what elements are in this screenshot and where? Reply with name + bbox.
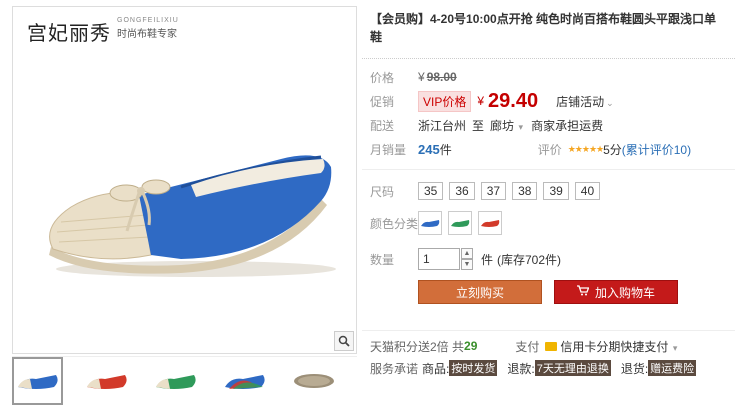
rating-score: 5分 xyxy=(603,142,622,157)
color-swatch-blue[interactable] xyxy=(418,211,442,235)
thumbnail-sole[interactable] xyxy=(288,357,339,405)
service-row: 服务承诺 商品: 按时发货 退款: 7天无理由退换 退货: 赠运费险 xyxy=(370,357,735,379)
promo-price: 29.40 xyxy=(488,89,539,112)
return-label: 退款: xyxy=(507,361,535,376)
ship-to-word: 至 xyxy=(472,118,485,133)
brand-slogan: 时尚布鞋专家 xyxy=(117,29,177,40)
increment-button[interactable]: ▲ xyxy=(461,248,473,259)
ship-destination: 廊坊 xyxy=(490,118,515,133)
shoe-thumb-image xyxy=(155,375,196,389)
payment-method: 信用卡分期快捷支付 xyxy=(560,339,669,354)
shoe-image xyxy=(49,155,336,277)
quantity-unit: 件 xyxy=(481,252,494,267)
sales-row: 月销量 245 件 评价 ★★★★★ 5分 (累计评价10) xyxy=(370,137,735,161)
caret-down-icon: ▾ xyxy=(670,342,678,353)
product-gallery: 宫妃丽秀 GONGFEILIXIU 时尚布鞋专家 xyxy=(12,6,357,406)
size-option-35[interactable]: 35 xyxy=(418,182,444,200)
quantity-row: 数量 ▲ ▼ 件 (库存702件) xyxy=(370,244,735,274)
chevron-down-icon: ⌄ xyxy=(606,97,614,108)
payment-method-dropdown[interactable]: 信用卡分期快捷支付 ▾ xyxy=(560,338,677,355)
sales-unit: 件 xyxy=(439,142,452,157)
goods-label: 商品: xyxy=(422,361,450,376)
brand-logo: 宫妃丽秀 GONGFEILIXIU 时尚布鞋专家 xyxy=(27,17,179,46)
shipping-label: 配送 xyxy=(370,118,395,133)
color-swatch-red[interactable] xyxy=(478,211,502,235)
original-price-row: 价格 ¥ 98.00 xyxy=(370,65,735,89)
size-option-39[interactable]: 39 xyxy=(543,182,569,200)
size-option-36[interactable]: 36 xyxy=(449,182,475,200)
size-option-40[interactable]: 40 xyxy=(574,182,601,200)
thumbnail-strip xyxy=(12,356,357,408)
on-time-delivery-badge[interactable]: 按时发货 xyxy=(449,360,498,376)
brand-name: 宫妃丽秀 xyxy=(27,21,111,45)
pay-label: 支付 xyxy=(515,339,540,354)
review-count-link[interactable]: (累计评价10) xyxy=(622,141,691,158)
shop-activity-label: 店铺活动 xyxy=(556,94,605,109)
color-swatch-green[interactable] xyxy=(448,211,472,235)
points-text: 天猫积分送2倍 共 xyxy=(370,339,465,354)
size-option-37[interactable]: 37 xyxy=(480,182,507,200)
thumbnail-red[interactable] xyxy=(81,357,132,405)
shipping-row: 配送 浙江台州 至 廊坊 ▾ 商家承担运费 xyxy=(370,113,735,137)
original-price: 98.00 xyxy=(426,70,457,84)
caret-down-icon: ▾ xyxy=(516,121,524,132)
size-option-38[interactable]: 38 xyxy=(512,182,538,200)
extra-info: 天猫积分送2倍 共 29 支付 信用卡分期快捷支付 ▾ 服务承诺 商品: 按时发… xyxy=(362,330,735,379)
shoe-swatch-image xyxy=(481,220,500,227)
credit-card-icon xyxy=(545,341,558,351)
star-rating-icon: ★★★★★ xyxy=(567,143,604,154)
quantity-label: 数量 xyxy=(370,252,395,267)
stock-count: (库存702件) xyxy=(497,252,562,267)
add-to-cart-label: 加入购物车 xyxy=(594,285,655,300)
service-label: 服务承诺 xyxy=(370,361,419,376)
zoom-button[interactable] xyxy=(334,331,354,351)
shoe-thumb-image xyxy=(17,375,58,389)
quantity-stepper: ▲ ▼ xyxy=(461,248,473,270)
sales-count: 245 xyxy=(418,141,440,157)
product-title: 【会员购】4-20号10:00点开抢 纯色时尚百搭布鞋圆头平跟浅口单鞋 xyxy=(370,12,717,44)
size-label: 尺码 xyxy=(370,184,395,199)
color-label: 颜色分类 xyxy=(370,216,419,231)
size-row: 尺码 35 36 37 38 39 40 xyxy=(370,180,735,202)
purchase-options: 尺码 35 36 37 38 39 40 颜色分类 数量 ▲ ▼ xyxy=(362,169,735,274)
ship-destination-select[interactable]: 廊坊 ▾ xyxy=(490,117,523,134)
sales-label: 月销量 xyxy=(370,142,407,157)
buy-now-button[interactable]: 立刻购买 xyxy=(418,280,542,304)
refund-label: 退货: xyxy=(620,361,649,376)
promo-price-row: 促销 VIP价格 ¥ 29.40 店铺活动 ⌄ xyxy=(370,89,735,113)
decrement-button[interactable]: ▼ xyxy=(461,259,473,270)
vip-price-tag: VIP价格 xyxy=(418,90,472,112)
currency-symbol: ¥ xyxy=(418,70,425,84)
shipping-fee: 商家承担运费 xyxy=(531,118,604,133)
cart-icon xyxy=(576,285,590,299)
add-to-cart-button[interactable]: 加入购物车 xyxy=(554,280,678,304)
shoe-swatch-image xyxy=(451,220,470,227)
ship-from: 浙江台州 xyxy=(418,118,467,133)
thumbnail-detail[interactable] xyxy=(219,357,270,405)
main-product-image[interactable]: 宫妃丽秀 GONGFEILIXIU 时尚布鞋专家 xyxy=(12,6,357,354)
price-section: 价格 ¥ 98.00 促销 VIP价格 ¥ 29.40 店铺活动 ⌄ 配送 浙江台… xyxy=(362,58,735,161)
shoe-thumb-image xyxy=(86,375,127,389)
color-row: 颜色分类 xyxy=(370,206,735,240)
action-buttons: 立刻购买 加入购物车 xyxy=(362,280,735,304)
shoe-sole-image xyxy=(293,374,334,388)
points-number: 29 xyxy=(464,339,478,353)
promo-label: 促销 xyxy=(370,94,395,109)
rating-label: 评价 xyxy=(537,142,562,157)
thumbnail-green[interactable] xyxy=(150,357,201,405)
seven-day-return-badge[interactable]: 7天无理由退换 xyxy=(534,360,611,376)
magnifier-icon xyxy=(338,335,350,347)
shoe-thumb-image xyxy=(224,375,265,389)
shoe-swatch-image xyxy=(421,220,440,227)
currency-symbol: ¥ xyxy=(477,94,485,108)
quantity-input[interactable] xyxy=(418,248,460,270)
points-pay-row: 天猫积分送2倍 共 29 支付 信用卡分期快捷支付 ▾ xyxy=(370,335,735,357)
shipping-insurance-badge[interactable]: 赠运费险 xyxy=(648,360,697,376)
shop-activity-dropdown[interactable]: 店铺活动 ⌄ xyxy=(556,93,614,110)
thumbnail-blue[interactable] xyxy=(12,357,63,405)
buy-now-label: 立刻购买 xyxy=(455,285,504,300)
product-info: 【会员购】4-20号10:00点开抢 纯色时尚百搭布鞋圆头平跟浅口单鞋 价格 ¥… xyxy=(362,10,735,304)
price-label: 价格 xyxy=(370,70,395,85)
brand-name-en: GONGFEILIXIU xyxy=(117,17,179,24)
